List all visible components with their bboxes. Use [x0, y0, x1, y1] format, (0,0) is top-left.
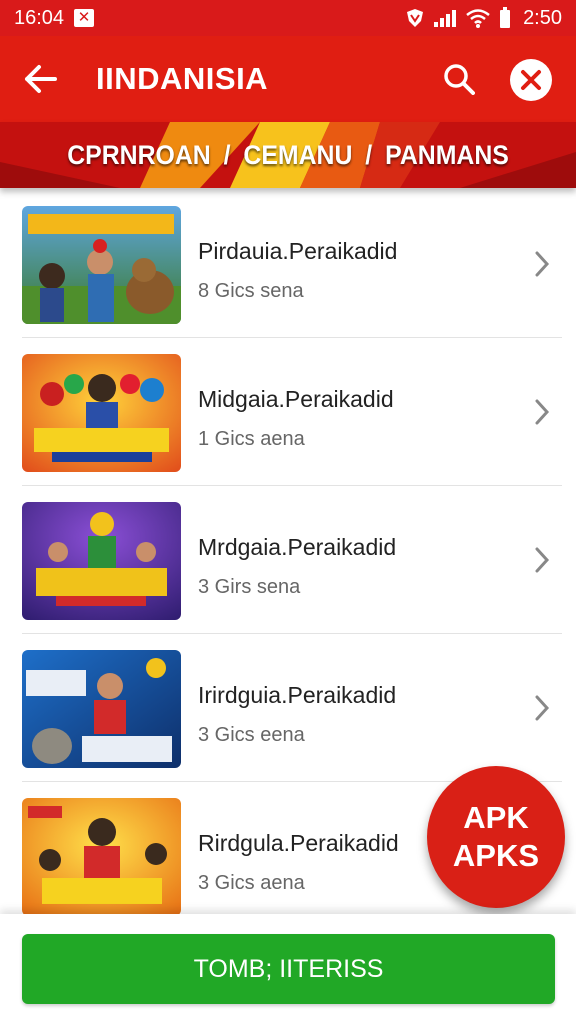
list-item[interactable]: Midgaia.Peraikadid 1 Gics aena — [22, 338, 562, 486]
apk-fab-button[interactable]: APK APKS — [427, 766, 565, 908]
arrow-left-icon — [25, 65, 57, 93]
category-item-0[interactable]: CPRNROAN — [67, 140, 211, 171]
signal-icon — [434, 10, 457, 27]
chevron-right-icon — [535, 251, 550, 277]
bottom-panel: TOMB; IITERISS — [0, 914, 576, 1024]
status-clock: 2:50 — [523, 6, 562, 29]
app-thumbnail — [22, 206, 181, 324]
app-meta: 3 Gics aena — [198, 872, 305, 894]
category-separator: / — [223, 139, 231, 170]
app-thumbnail — [22, 650, 181, 768]
status-time: 16:04 — [14, 6, 65, 29]
category-bar: CPRNROAN / CEMANU / PANMANS — [0, 122, 576, 188]
close-icon — [521, 70, 541, 90]
app-thumbnail — [22, 502, 181, 620]
chevron-right-icon — [535, 547, 550, 573]
list-item[interactable]: Mrdgaia.Peraikadid 3 Girs sena — [22, 486, 562, 634]
primary-action-button[interactable]: TOMB; IITERISS — [22, 934, 555, 1004]
app-name: Pirdauia.Peraikadid — [198, 238, 398, 264]
status-icons: 2:50 — [405, 7, 562, 30]
notification-icon: ✕ — [74, 9, 95, 27]
chevron-right-icon — [535, 695, 550, 721]
list-item[interactable]: Irirdguia.Peraikadid 3 Gics eena — [22, 634, 562, 782]
category-row: CPRNROAN / CEMANU / PANMANS — [67, 140, 509, 171]
wifi-icon — [466, 9, 490, 28]
apk-fab-line2: APKS — [452, 838, 540, 873]
app-thumbnail — [22, 354, 181, 472]
app-meta: 3 Gics eena — [198, 724, 305, 746]
app-bar: IINDANISIA — [0, 36, 576, 122]
app-name: Irirdguia.Peraikadid — [198, 682, 397, 708]
app-meta: 3 Girs sena — [198, 576, 301, 598]
chevron-right-icon — [535, 399, 550, 425]
category-item-2[interactable]: PANMANS — [385, 140, 509, 171]
app-name: Rirdgula.Peraikadid — [198, 830, 399, 856]
list-item[interactable]: Pirdauia.Peraikadid 8 Gics sena — [22, 190, 562, 338]
apk-fab-line1: APK — [463, 800, 529, 835]
battery-icon — [500, 7, 511, 28]
category-separator: / — [365, 139, 373, 170]
app-meta: 1 Gics aena — [198, 428, 305, 450]
search-button[interactable] — [434, 56, 484, 102]
page-title: IINDANISIA — [96, 61, 269, 96]
app-meta: 8 Gics sena — [198, 280, 304, 302]
status-bar: 16:04 ✕ 2:50 — [0, 0, 576, 36]
category-item-1[interactable]: CEMANU — [243, 140, 352, 171]
shield-icon — [407, 9, 424, 27]
search-icon — [444, 64, 475, 95]
app-name: Mrdgaia.Peraikadid — [198, 534, 397, 560]
close-button[interactable] — [510, 59, 552, 101]
back-button[interactable] — [0, 36, 80, 122]
app-name: Midgaia.Peraikadid — [198, 386, 394, 412]
app-thumbnail — [22, 798, 181, 914]
